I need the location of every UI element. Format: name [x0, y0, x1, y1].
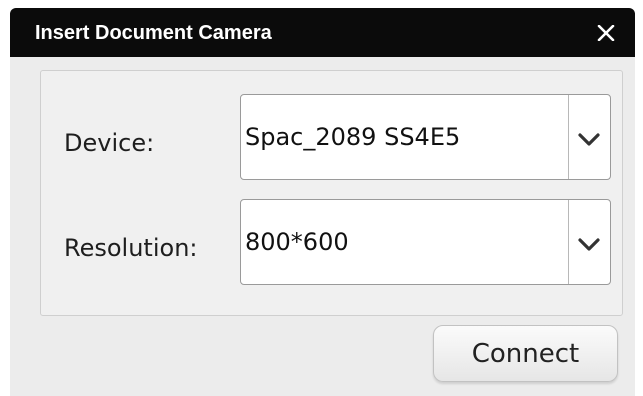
chevron-down-icon: [578, 238, 600, 251]
device-dropdown[interactable]: Spac_2089 SS4E5: [240, 94, 611, 180]
device-value: Spac_2089 SS4E5: [245, 123, 461, 151]
chevron-down-icon: [578, 133, 600, 146]
device-label: Device:: [64, 129, 155, 157]
connect-button-label: Connect: [471, 339, 580, 369]
resolution-value: 800*600: [245, 228, 349, 256]
settings-panel: Device: Spac_2089 SS4E5 Resolution: 800*…: [40, 70, 623, 316]
dialog-title: Insert Document Camera: [35, 22, 272, 44]
close-icon: [597, 25, 615, 41]
close-button[interactable]: [586, 15, 626, 51]
resolution-dropdown-toggle[interactable]: [569, 200, 610, 284]
insert-document-camera-dialog: Insert Document Camera Device: Spac_2089…: [10, 8, 635, 396]
device-dropdown-toggle[interactable]: [569, 95, 610, 179]
resolution-label: Resolution:: [64, 234, 198, 262]
resolution-dropdown[interactable]: 800*600: [240, 199, 611, 285]
dialog-titlebar: Insert Document Camera: [10, 8, 635, 57]
connect-button[interactable]: Connect: [433, 325, 618, 382]
